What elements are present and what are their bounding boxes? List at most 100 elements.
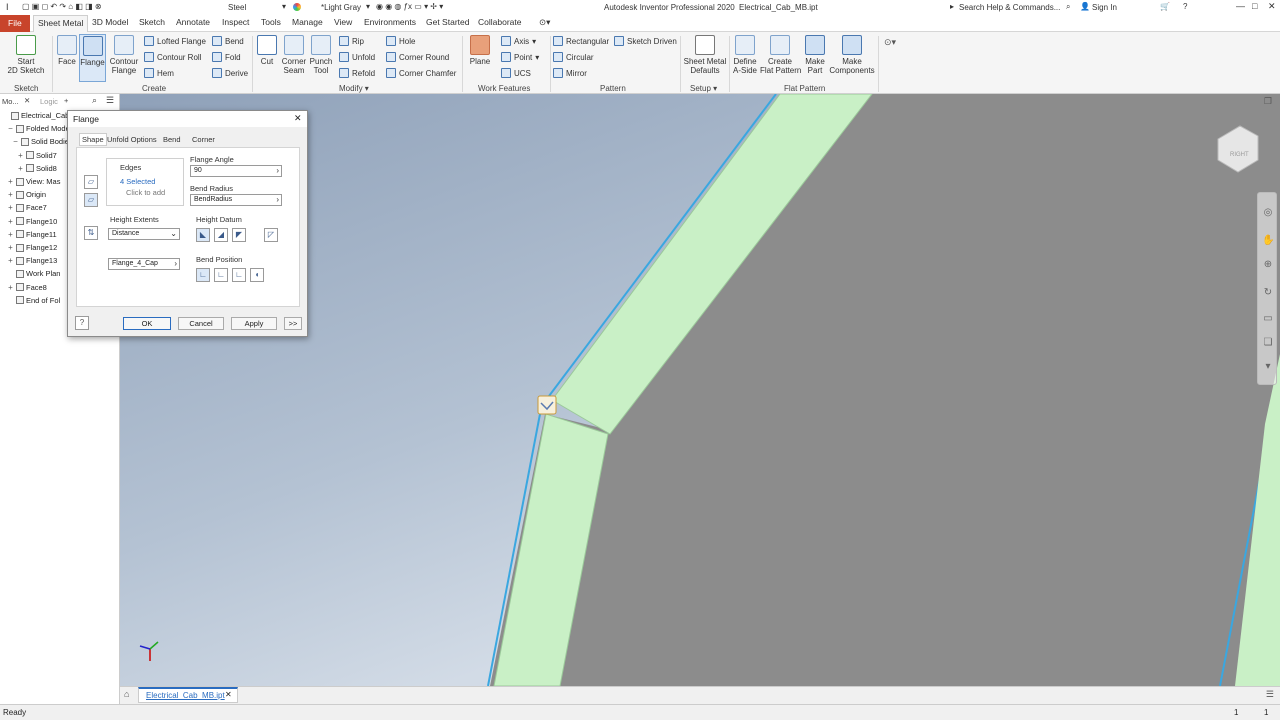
fold-button[interactable]: Fold <box>212 52 241 62</box>
ribbon-options-icon[interactable]: ⊙▾ <box>884 37 896 48</box>
tree-item[interactable]: + Flange12 <box>7 243 57 252</box>
dropdown-arrow-icon[interactable]: ▾ <box>282 2 286 11</box>
tab-sketch[interactable]: Sketch <box>139 17 165 27</box>
expander-icon[interactable]: + <box>7 190 14 199</box>
expander-icon[interactable]: + <box>17 164 24 173</box>
expander-icon[interactable]: + <box>7 256 14 265</box>
datum-aligned-icon[interactable]: ◸ <box>264 228 278 242</box>
bend-outside-icon[interactable]: ∟ <box>214 268 228 282</box>
chevron-right-icon[interactable]: › <box>174 259 177 268</box>
quick-access-icons[interactable]: ▢ ▣ ◻ ↶ ↷ ⌂ ◧ ◨ ⊗ <box>22 2 102 11</box>
cut-button[interactable]: Cut <box>256 35 278 66</box>
cart-icon[interactable]: 🛒 <box>1160 2 1170 11</box>
chevron-right-icon[interactable]: ▸ <box>950 2 954 11</box>
chevron-right-icon[interactable]: › <box>276 166 279 175</box>
expander-icon[interactable]: − <box>12 137 19 146</box>
view-face-icon[interactable]: ❏ <box>1262 337 1274 349</box>
hem-button[interactable]: Hem <box>144 68 174 78</box>
tab-logic[interactable]: Logic <box>40 97 58 106</box>
expander-icon[interactable]: + <box>7 243 14 252</box>
datum-outer-icon[interactable]: ◣ <box>196 228 210 242</box>
tab-3d-model[interactable]: 3D Model <box>92 17 128 27</box>
flange-angle-input[interactable]: 90 › <box>190 165 282 177</box>
flange-gizmo[interactable] <box>537 395 557 415</box>
ok-button[interactable]: OK <box>123 317 171 330</box>
tree-item[interactable]: End of Fol <box>7 296 60 305</box>
bend-radius-input[interactable]: BendRadius › <box>190 194 282 206</box>
chevron-right-icon[interactable]: › <box>276 195 279 204</box>
tree-item[interactable]: + Solid8 <box>17 164 57 173</box>
rip-button[interactable]: Rip <box>339 36 364 46</box>
dialog-tab-corner[interactable]: Corner <box>192 135 215 144</box>
plane-button[interactable]: Plane <box>466 35 494 66</box>
tab-collaborate[interactable]: Collaborate <box>478 17 521 27</box>
tree-item[interactable]: + Face8 <box>7 283 47 292</box>
orbit-icon[interactable]: ↻ <box>1262 287 1274 299</box>
unfold-button[interactable]: Unfold <box>339 52 375 62</box>
tab-inspect[interactable]: Inspect <box>222 17 249 27</box>
loop-select-icon[interactable]: ▱ <box>84 193 98 207</box>
flip-direction-icon[interactable]: ⇅ <box>84 226 98 240</box>
expander-icon[interactable]: + <box>7 283 14 292</box>
close-icon[interactable]: ✕ <box>24 96 30 105</box>
edges-selected-count[interactable]: 4 Selected <box>120 177 155 186</box>
group-label-setup[interactable]: Setup ▾ <box>690 84 717 93</box>
minimize-button[interactable]: — <box>1236 1 1245 11</box>
document-tab-label[interactable]: Electrical_Cab_MB.ipt <box>146 691 225 700</box>
search-icon[interactable]: ⌕ <box>92 95 97 106</box>
help-icon[interactable]: ? <box>1183 2 1187 11</box>
look-at-icon[interactable]: ▭ <box>1262 313 1274 325</box>
toolbar-icons[interactable]: ◉ ◉ ◍ ƒx ▭ ▾ ✢ ▾ <box>376 2 443 11</box>
material-select[interactable]: Steel <box>228 3 246 12</box>
expander-icon[interactable]: − <box>7 124 14 133</box>
apply-button[interactable]: Apply <box>231 317 277 330</box>
expander-icon[interactable]: + <box>7 230 14 239</box>
point-button[interactable]: Point ▾ <box>501 52 539 62</box>
pan-icon[interactable]: ✋ <box>1262 235 1274 247</box>
app-logo-icon[interactable]: I <box>6 2 9 12</box>
define-a-side-button[interactable]: Define A-Side <box>731 35 759 75</box>
make-part-button[interactable]: Make Part <box>802 35 828 75</box>
tree-item[interactable]: + Origin <box>7 190 46 199</box>
start-sketch-button[interactable]: Start 2D Sketch <box>6 35 46 75</box>
dialog-tab-bend[interactable]: Bend <box>163 135 181 144</box>
punch-tool-button[interactable]: Punch Tool <box>308 35 334 75</box>
make-components-button[interactable]: Make Components <box>828 35 876 75</box>
close-icon[interactable]: ✕ <box>225 690 232 699</box>
tree-item[interactable]: + Flange10 <box>7 217 57 226</box>
steering-wheel-icon[interactable]: ◎ <box>1262 207 1274 219</box>
expander-icon[interactable]: + <box>7 203 14 212</box>
tab-manage[interactable]: Manage <box>292 17 323 27</box>
contour-roll-button[interactable]: Contour Roll <box>144 52 201 62</box>
flange-button[interactable]: Flange <box>79 34 106 82</box>
tab-environments[interactable]: Environments <box>364 17 416 27</box>
bend-from-face-icon[interactable]: ∟ <box>232 268 246 282</box>
height-extents-select[interactable]: Distance ⌄ <box>108 228 180 240</box>
lofted-flange-button[interactable]: Lofted Flange <box>144 36 206 46</box>
datum-orthogonal-icon[interactable]: ◤ <box>232 228 246 242</box>
tree-item[interactable]: + Flange13 <box>7 256 57 265</box>
search-input[interactable]: Search Help & Commands... <box>959 3 1060 12</box>
home-icon[interactable]: ⌂ <box>124 689 129 699</box>
derive-button[interactable]: Derive <box>212 68 248 78</box>
bend-inside-icon[interactable]: ∟ <box>196 268 210 282</box>
tree-item[interactable]: + Face7 <box>7 203 47 212</box>
sketch-driven-pattern-button[interactable]: Sketch Driven <box>614 36 677 46</box>
dropdown-arrow-icon[interactable]: ▾ <box>366 2 370 11</box>
contour-flange-button[interactable]: Contour Flange <box>108 35 140 75</box>
more-options-button[interactable]: >> <box>284 317 302 330</box>
corner-round-button[interactable]: Corner Round <box>386 52 449 62</box>
edge-select-icon[interactable]: ▱ <box>84 175 98 189</box>
chevron-down-icon[interactable]: ⌄ <box>170 229 177 238</box>
sign-in-link[interactable]: Sign In <box>1092 3 1117 12</box>
tree-item[interactable]: + Solid7 <box>17 151 57 160</box>
dialog-tab-unfold-options[interactable]: Unfold Options <box>107 135 157 144</box>
help-icon[interactable]: ? <box>75 316 89 330</box>
user-icon[interactable]: 👤 <box>1080 2 1090 11</box>
dialog-tab-shape[interactable]: Shape <box>79 133 107 146</box>
expander-icon[interactable]: + <box>17 151 24 160</box>
close-button[interactable]: ✕ <box>1268 1 1276 12</box>
tab-menu-icon[interactable]: ☰ <box>1266 689 1274 700</box>
search-icon[interactable]: ⌕ <box>1066 2 1070 12</box>
maximize-button[interactable]: □ <box>1252 1 1257 11</box>
